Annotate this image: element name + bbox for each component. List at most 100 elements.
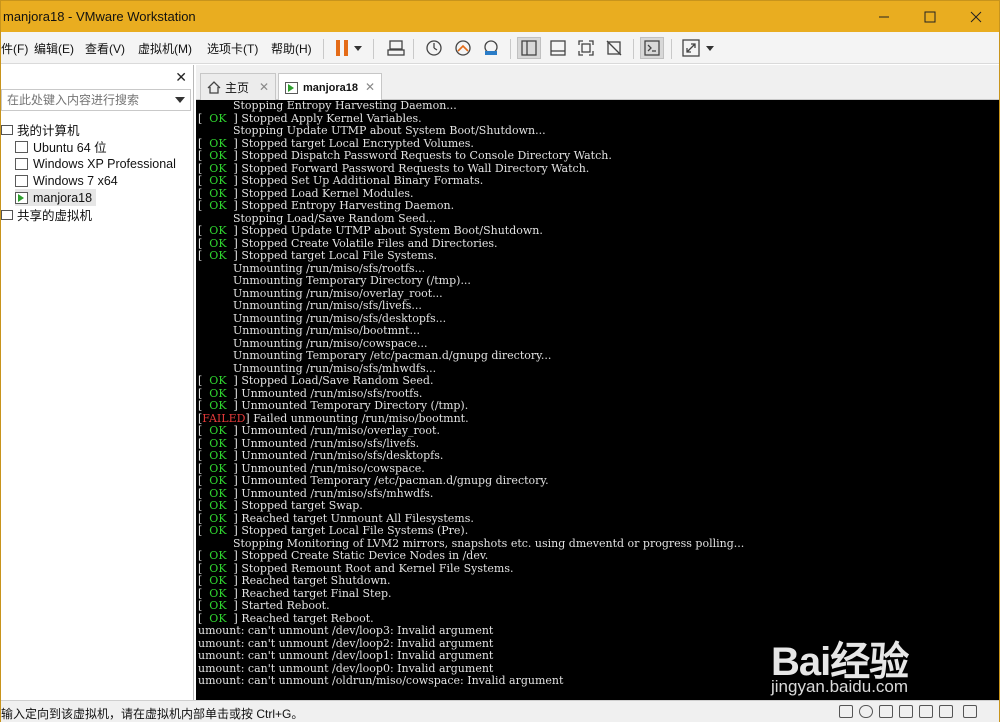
- console-status: [198, 299, 233, 312]
- console-text: Unmounted /run/miso/sfs/livefs.: [241, 436, 420, 450]
- home-icon: [207, 80, 221, 94]
- dropdown-icon[interactable]: [351, 37, 365, 59]
- menu-edit[interactable]: 编辑(E): [34, 40, 74, 57]
- library-search[interactable]: [1, 89, 191, 111]
- stretch-icon[interactable]: [679, 37, 703, 59]
- console-status: [198, 349, 233, 362]
- tree-item-my-computer[interactable]: 我的计算机: [1, 121, 80, 138]
- hdd-icon[interactable]: [839, 705, 853, 718]
- vm-icon: [15, 140, 28, 153]
- console-text: Unmounting Temporary Directory (/tmp)...: [232, 274, 471, 287]
- tree-item-label: Windows 7 x64: [33, 173, 118, 188]
- console-status: [ OK ]: [198, 436, 242, 450]
- vm-console-screen[interactable]: Stopping Entropy Harvesting Daemon...[ O…: [196, 100, 999, 700]
- search-input[interactable]: [2, 90, 172, 110]
- console-view-icon[interactable]: [640, 37, 664, 59]
- thumbnail-bar-icon[interactable]: [546, 37, 570, 59]
- console-text: Started Reboot.: [241, 599, 330, 612]
- revert-snapshot-icon[interactable]: [451, 37, 475, 59]
- console-text: Stopped Load/Save Random Seed.: [241, 374, 434, 387]
- console-text: Unmounted /run/miso/sfs/rootfs.: [241, 386, 423, 400]
- full-screen-icon[interactable]: [574, 37, 598, 59]
- console-status: [ OK ]: [198, 186, 242, 200]
- tree-item-label: 共享的虚拟机: [17, 209, 93, 223]
- console-status: [ OK ]: [198, 499, 242, 512]
- usb-icon[interactable]: [899, 705, 913, 718]
- maximize-icon[interactable]: [907, 1, 953, 32]
- console-text: Stopping Load/Save Random Seed...: [232, 211, 437, 225]
- console-status: [198, 337, 233, 350]
- menu-file[interactable]: 件(F): [1, 40, 28, 57]
- console-text: Unmounting /run/miso/cowspace...: [232, 336, 428, 350]
- unity-icon[interactable]: [602, 37, 626, 59]
- show-library-icon[interactable]: [517, 37, 541, 59]
- tree-item-vm[interactable]: Windows 7 x64: [15, 172, 118, 189]
- console-status: [198, 362, 233, 375]
- minimize-icon[interactable]: [861, 1, 907, 32]
- console-status: [ OK ]: [198, 136, 242, 150]
- vmware-window: manjora18 - VMware Workstation 件(F) 编辑(E…: [0, 0, 1000, 722]
- console-status: [198, 212, 233, 225]
- console-text: Stopping Update UTMP about System Boot/S…: [232, 124, 546, 137]
- console-text: umount: can't unmount /dev/loop0: Invali…: [198, 661, 494, 675]
- tab-bar: 主页 ✕ manjora18 ✕: [196, 65, 999, 101]
- toolbar-separator: [510, 39, 511, 59]
- tree-item-vm[interactable]: Windows XP Professional: [15, 155, 176, 172]
- snapshot-manager-icon[interactable]: [479, 37, 503, 59]
- tab-manjora18[interactable]: manjora18 ✕: [278, 73, 382, 101]
- display-icon[interactable]: [963, 705, 977, 718]
- close-icon[interactable]: ✕: [175, 69, 187, 86]
- tree-item-vm[interactable]: Ubuntu 64 位: [15, 138, 107, 155]
- console-status: [ OK ]: [198, 149, 242, 162]
- console-status: [ OK ]: [198, 524, 242, 537]
- menu-vm[interactable]: 虚拟机(M): [138, 40, 192, 57]
- console-text: Unmounted /run/miso/cowspace.: [241, 461, 425, 475]
- status-bar: 输入定向到该虚拟机，请在虚拟机内部单击或按 Ctrl+G。: [1, 700, 999, 722]
- tree-item-vm-selected[interactable]: manjora18: [15, 189, 97, 206]
- menu-help[interactable]: 帮助(H): [271, 40, 312, 57]
- console-status: [198, 274, 233, 287]
- console-text: Reached target Final Step.: [241, 586, 392, 600]
- console-text: Unmounting /run/miso/bootmnt...: [232, 324, 421, 337]
- snapshot-icon[interactable]: [422, 37, 446, 59]
- console-status: [FAILED]: [198, 411, 254, 425]
- close-icon[interactable]: [953, 1, 999, 32]
- running-vm-icon: [285, 81, 298, 94]
- printer-icon[interactable]: [939, 705, 953, 718]
- console-text: Stopped Load Kernel Modules.: [241, 186, 414, 200]
- console-status: [ OK ]: [198, 249, 242, 262]
- main-area: 主页 ✕ manjora18 ✕ Stopping Entropy Harves…: [196, 65, 999, 700]
- cdrom-icon[interactable]: [859, 705, 873, 718]
- console-status: [ OK ]: [198, 399, 242, 412]
- console-status: [ OK ]: [198, 611, 242, 625]
- menu-view[interactable]: 查看(V): [85, 40, 125, 57]
- console-status: [ OK ]: [198, 549, 242, 562]
- tree-item-shared-vms[interactable]: 共享的虚拟机: [1, 206, 92, 223]
- console-status: [ OK ]: [198, 174, 242, 187]
- send-ctrl-alt-del-icon[interactable]: [384, 37, 408, 59]
- console-status: [ OK ]: [198, 461, 242, 475]
- network-icon[interactable]: [879, 705, 893, 718]
- console-text: Unmounting /run/miso/sfs/mhwdfs...: [232, 361, 437, 375]
- console-status: [198, 124, 233, 137]
- window-title: manjora18 - VMware Workstation: [3, 9, 196, 24]
- console-text: Stopped Update UTMP about System Boot/Sh…: [241, 224, 543, 237]
- sound-icon[interactable]: [919, 705, 933, 718]
- tab-home[interactable]: 主页 ✕: [200, 73, 276, 100]
- menu-toolbar: 件(F) 编辑(E) 查看(V) 虚拟机(M) 选项卡(T) 帮助(H): [1, 32, 999, 64]
- close-icon[interactable]: ✕: [365, 80, 375, 94]
- running-vm-icon: [15, 191, 28, 204]
- chevron-down-icon[interactable]: [175, 97, 185, 103]
- tree-item-label: Ubuntu 64 位: [33, 141, 107, 155]
- computer-icon: [1, 124, 13, 135]
- console-status: [ OK ]: [198, 161, 242, 175]
- baidu-watermark: Bai经验 jingyan.baidu.com: [771, 629, 981, 699]
- menu-tabs[interactable]: 选项卡(T): [207, 40, 258, 57]
- sidebar-header: ✕: [1, 65, 193, 89]
- close-icon[interactable]: ✕: [259, 80, 269, 94]
- console-status: [198, 312, 233, 325]
- console-text: umount: can't unmount /dev/loop1: Invali…: [198, 649, 494, 662]
- dropdown-icon[interactable]: [703, 37, 717, 59]
- console-text: Unmounted Temporary Directory (/tmp).: [241, 399, 469, 412]
- console-text: Reached target Unmount All Filesystems.: [241, 511, 474, 525]
